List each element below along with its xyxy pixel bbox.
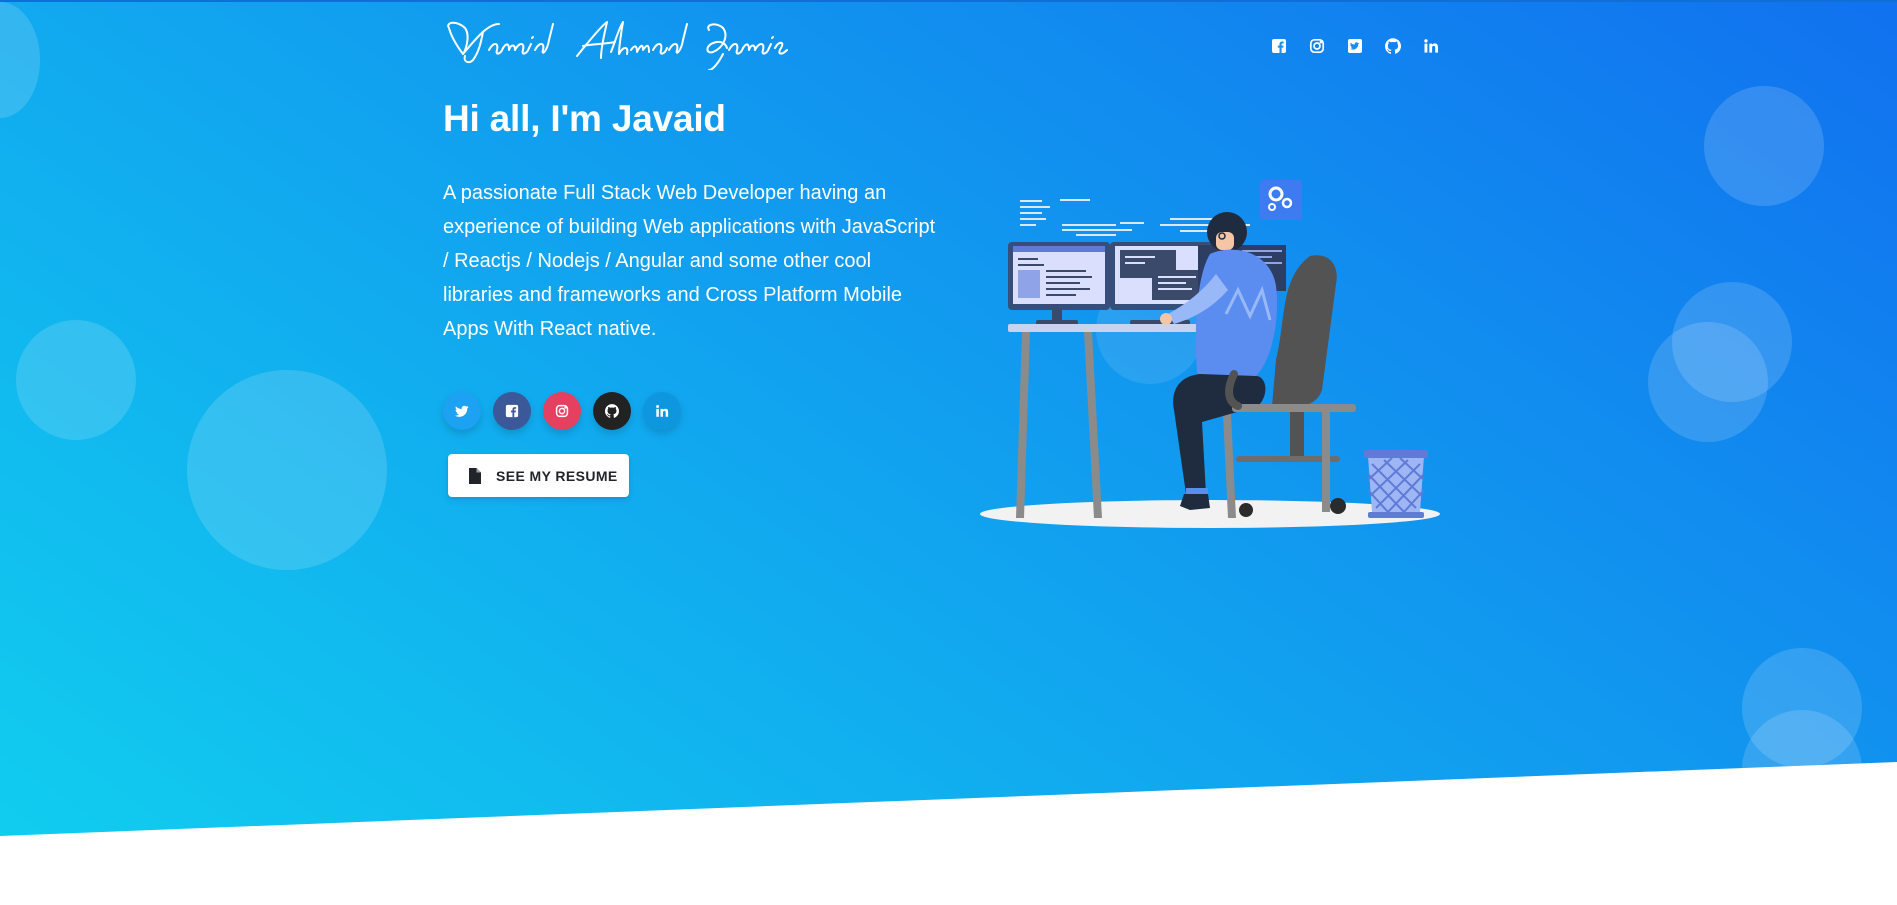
linkedin-icon (656, 405, 669, 417)
decorative-circle (1648, 322, 1768, 442)
facebook-square-icon[interactable] (1271, 38, 1287, 54)
twitter-button[interactable] (443, 392, 481, 430)
top-social-links (1271, 38, 1439, 54)
linkedin-icon[interactable] (1423, 38, 1439, 54)
navbar (443, 18, 1439, 74)
decorative-circle (1742, 710, 1862, 830)
linkedin-button[interactable] (643, 392, 681, 430)
instagram-icon[interactable] (1309, 38, 1325, 54)
github-icon (605, 404, 619, 418)
github-icon[interactable] (1385, 38, 1401, 54)
facebook-square-icon (505, 404, 519, 418)
twitter-square-icon[interactable] (1347, 38, 1363, 54)
hero-description: A passionate Full Stack Web Developer ha… (443, 182, 936, 340)
top-border (0, 0, 1897, 2)
hero-section (0, 0, 1897, 836)
facebook-button[interactable] (493, 392, 531, 430)
brand-signature-logo[interactable] (443, 18, 788, 75)
hero-social-buttons (443, 392, 681, 430)
instagram-button[interactable] (543, 392, 581, 430)
decorative-circle (1704, 86, 1824, 206)
instagram-icon (555, 404, 569, 418)
decorative-circle (187, 370, 387, 570)
twitter-icon (455, 405, 469, 417)
decorative-circle (0, 2, 40, 118)
github-button[interactable] (593, 392, 631, 430)
see-my-resume-button[interactable]: SEE MY RESUME (448, 454, 629, 497)
developer-illustration (980, 180, 1440, 528)
decorative-circle (16, 320, 136, 440)
hero-title: Hi all, I'm Javaid (443, 98, 726, 139)
see-my-resume-label: SEE MY RESUME (496, 467, 618, 484)
file-icon (469, 467, 481, 484)
